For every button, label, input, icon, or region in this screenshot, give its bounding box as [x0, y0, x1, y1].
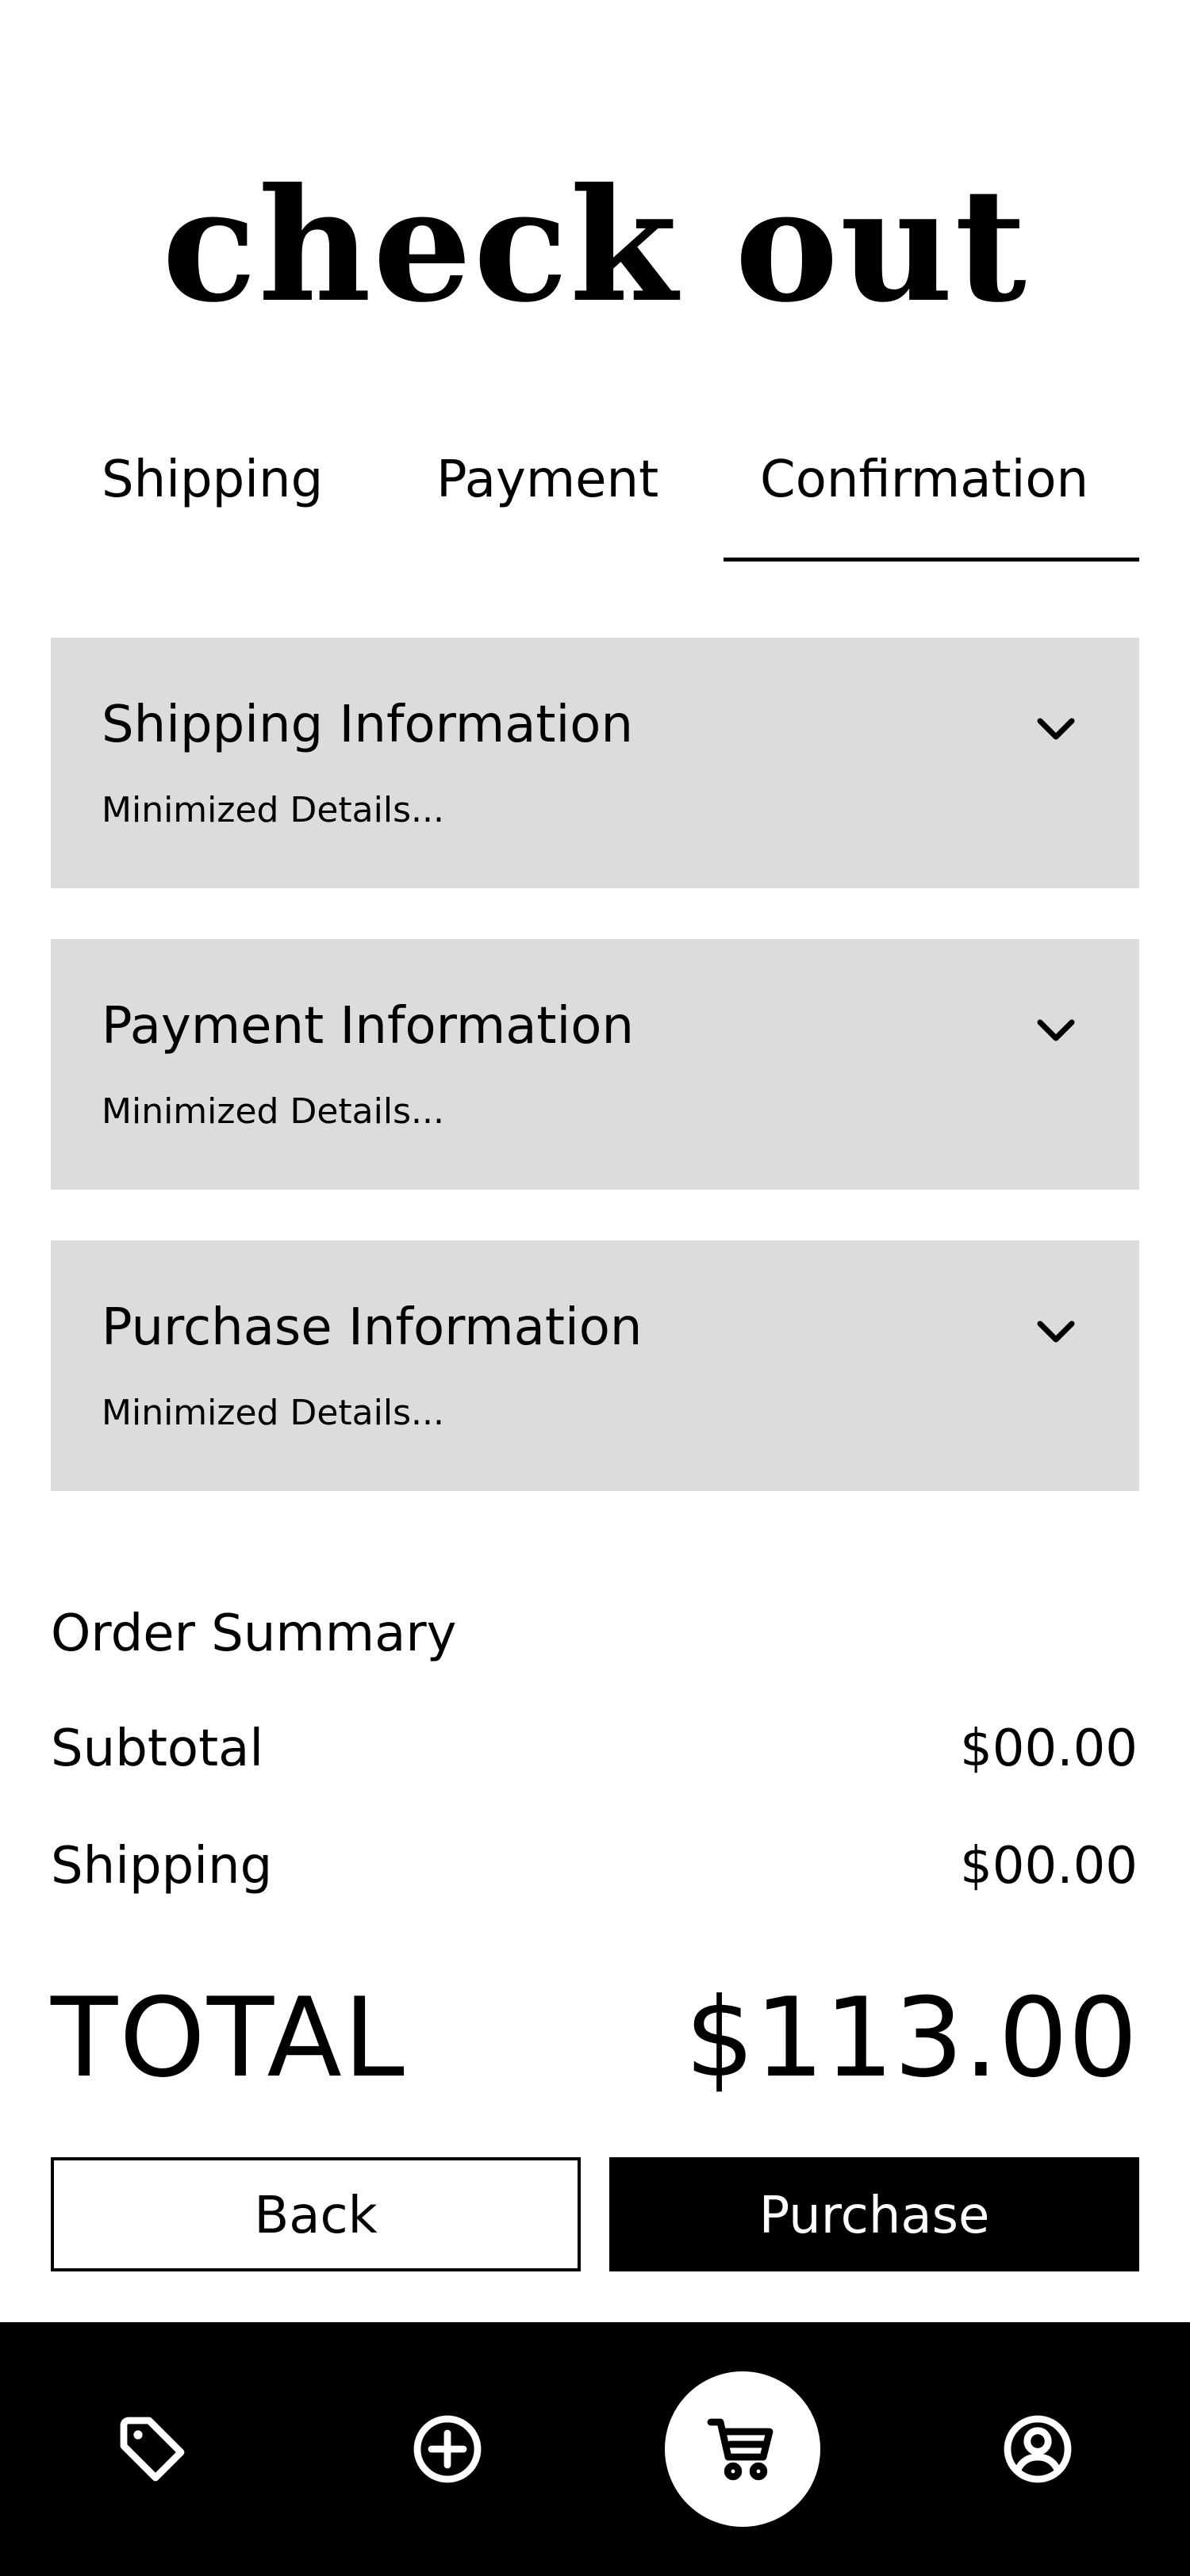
active-tab-indicator: [724, 558, 1139, 562]
cart-icon: [707, 2418, 774, 2481]
cart-tab[interactable]: [665, 2371, 820, 2527]
shipping-label: Shipping: [51, 1837, 273, 1896]
section-title: Shipping Information: [102, 696, 633, 754]
tag-icon[interactable]: [114, 2411, 190, 2487]
payment-information-panel[interactable]: Payment Information Minimized Details...: [51, 939, 1139, 1190]
page-title: check out: [162, 155, 1028, 337]
order-summary-title: Order Summary: [51, 1604, 457, 1663]
back-button[interactable]: Back: [51, 2157, 581, 2271]
shipping-information-panel[interactable]: Shipping Information Minimized Details..…: [51, 638, 1139, 888]
purchase-information-panel[interactable]: Purchase Information Minimized Details..…: [51, 1240, 1139, 1491]
section-details: Minimized Details...: [102, 1091, 444, 1132]
total-value: $113.00: [685, 1974, 1138, 2102]
tab-shipping[interactable]: Shipping: [102, 428, 323, 563]
chevron-down-icon[interactable]: [1036, 1318, 1076, 1345]
total-label: TOTAL: [51, 1974, 406, 2102]
bottom-navigation: [0, 2322, 1190, 2576]
subtotal-row: Subtotal $00.00: [51, 1713, 1138, 1784]
section-title: Purchase Information: [102, 1298, 643, 1357]
chevron-down-icon[interactable]: [1036, 1017, 1076, 1044]
purchase-button[interactable]: Purchase: [609, 2157, 1139, 2271]
section-title: Payment Information: [102, 997, 634, 1056]
plus-circle-icon[interactable]: [409, 2411, 486, 2487]
tab-confirmation[interactable]: Confirmation: [760, 428, 1088, 563]
subtotal-label: Subtotal: [51, 1719, 264, 1778]
chevron-down-icon[interactable]: [1036, 715, 1076, 742]
section-details: Minimized Details...: [102, 790, 444, 830]
shipping-row: Shipping $00.00: [51, 1830, 1138, 1902]
checkout-tabs: Shipping Payment Confirmation: [51, 428, 1139, 563]
subtotal-value: $00.00: [960, 1719, 1138, 1778]
tab-payment[interactable]: Payment: [436, 428, 658, 563]
section-details: Minimized Details...: [102, 1393, 444, 1433]
user-circle-icon[interactable]: [1000, 2411, 1076, 2487]
total-row: TOTAL $113.00: [51, 1975, 1138, 2102]
shipping-value: $00.00: [960, 1837, 1138, 1896]
